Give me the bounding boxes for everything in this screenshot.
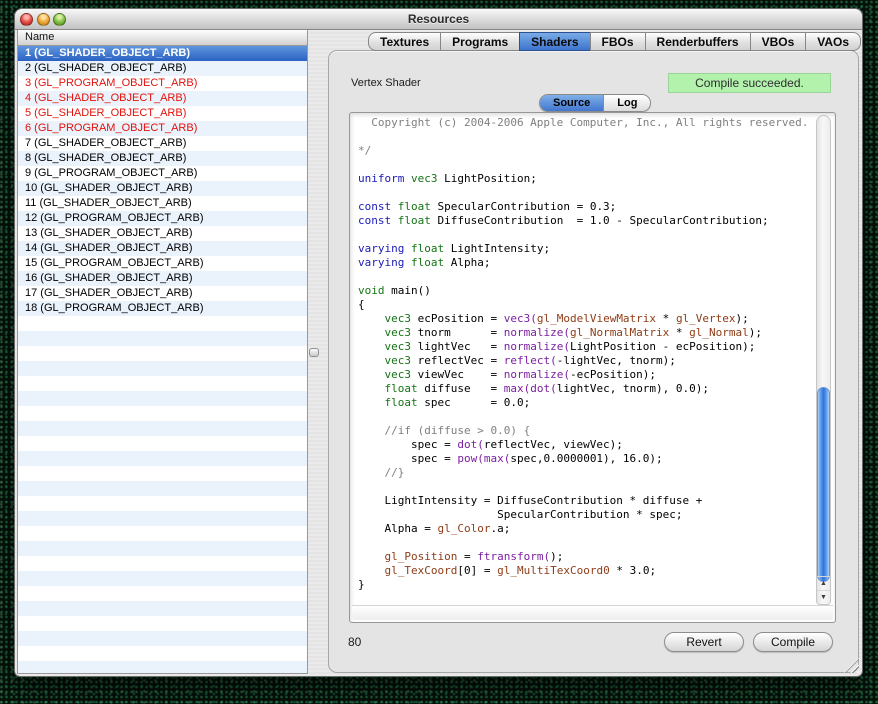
code-line: SpecularContribution * spec; [358,508,813,522]
list-item[interactable]: 12 (GL_PROGRAM_OBJECT_ARB) [18,211,307,226]
tab-fbos[interactable]: FBOs [590,32,646,51]
compile-button[interactable]: Compile [753,632,833,652]
code-line: Copyright (c) 2004-2006 Apple Computer, … [358,116,813,130]
scroll-down-arrow-icon[interactable]: ▼ [817,590,830,604]
code-line [358,480,813,494]
code-line: float diffuse = max(dot(lightVec, tnorm)… [358,382,813,396]
code-line [358,130,813,144]
list-header-name[interactable]: Name [18,30,307,46]
code-line: LightIntensity = DiffuseContribution * d… [358,494,813,508]
minimize-button[interactable] [37,13,50,26]
compile-status-badge: Compile succeeded. [668,73,831,93]
code-line: vec3 ecPosition = vec3(gl_ModelViewMatri… [358,312,813,326]
list-empty-stripes [18,316,307,673]
code-line [358,536,813,550]
shader-source-editor[interactable]: Copyright (c) 2004-2006 Apple Computer, … [349,112,836,623]
code-line: vec3 tnorm = normalize(gl_NormalMatrix *… [358,326,813,340]
horizontal-scrollbar[interactable] [352,605,833,620]
resources-window: Resources Name 1 (GL_SHADER_OBJECT_ARB)2… [14,8,863,677]
code-line [358,410,813,424]
list-item[interactable]: 18 (GL_PROGRAM_OBJECT_ARB) [18,301,307,316]
code-line: spec = dot(reflectVec, viewVec); [358,438,813,452]
list-item[interactable]: 5 (GL_SHADER_OBJECT_ARB) [18,106,307,121]
list-item[interactable]: 17 (GL_SHADER_OBJECT_ARB) [18,286,307,301]
code-line [358,228,813,242]
code-line: //} [358,466,813,480]
list-item[interactable]: 4 (GL_SHADER_OBJECT_ARB) [18,91,307,106]
list-item[interactable]: 6 (GL_PROGRAM_OBJECT_ARB) [18,121,307,136]
view-tab-source[interactable]: Source [540,95,603,111]
tab-renderbuffers[interactable]: Renderbuffers [645,32,751,51]
list-item[interactable]: 15 (GL_PROGRAM_OBJECT_ARB) [18,256,307,271]
shaders-panel: Vertex Shader Compile succeeded. SourceL… [328,50,859,673]
list-item[interactable]: 7 (GL_SHADER_OBJECT_ARB) [18,136,307,151]
close-button[interactable] [20,13,33,26]
resource-tab-bar: TexturesProgramsShadersFBOsRenderbuffers… [368,32,861,51]
window-title: Resources [408,12,469,26]
tab-textures[interactable]: Textures [368,32,441,51]
window-titlebar[interactable]: Resources [15,9,862,30]
tab-vbos[interactable]: VBOs [750,32,807,51]
list-item[interactable]: 16 (GL_SHADER_OBJECT_ARB) [18,271,307,286]
source-log-segmented-control: SourceLog [539,94,651,112]
code-line: gl_TexCoord[0] = gl_MultiTexCoord0 * 3.0… [358,564,813,578]
list-item[interactable]: 9 (GL_PROGRAM_OBJECT_ARB) [18,166,307,181]
list-item[interactable]: 3 (GL_PROGRAM_OBJECT_ARB) [18,76,307,91]
splitter-handle[interactable] [309,348,319,357]
code-line: const float SpecularContribution = 0.3; [358,200,813,214]
vertical-scrollbar[interactable]: ▲ ▼ [816,115,831,605]
code-line [358,270,813,284]
revert-button[interactable]: Revert [664,632,744,652]
shader-type-label: Vertex Shader [351,77,421,89]
resource-list-pane: Name 1 (GL_SHADER_OBJECT_ARB)2 (GL_SHADE… [17,30,308,674]
code-line: varying float LightIntensity; [358,242,813,256]
scroll-up-arrow-icon[interactable]: ▲ [817,576,830,590]
code-line [358,186,813,200]
desktop-background: Resources Name 1 (GL_SHADER_OBJECT_ARB)2… [0,0,878,704]
list-item[interactable]: 11 (GL_SHADER_OBJECT_ARB) [18,196,307,211]
tab-programs[interactable]: Programs [440,32,520,51]
code-line: varying float Alpha; [358,256,813,270]
list-item[interactable]: 2 (GL_SHADER_OBJECT_ARB) [18,61,307,76]
code-line: Alpha = gl_Color.a; [358,522,813,536]
code-line: gl_Position = ftransform(); [358,550,813,564]
code-line: vec3 lightVec = normalize(LightPosition … [358,340,813,354]
list-item[interactable]: 8 (GL_SHADER_OBJECT_ARB) [18,151,307,166]
resource-list: 1 (GL_SHADER_OBJECT_ARB)2 (GL_SHADER_OBJ… [18,46,307,316]
code-line: uniform vec3 LightPosition; [358,172,813,186]
code-line: void main() [358,284,813,298]
code-line [358,158,813,172]
code-line: */ [358,144,813,158]
code-line: const float DiffuseContribution = 1.0 - … [358,214,813,228]
code-line: spec = pow(max(spec,0.0000001), 16.0); [358,452,813,466]
list-item[interactable]: 10 (GL_SHADER_OBJECT_ARB) [18,181,307,196]
code-line: float spec = 0.0; [358,396,813,410]
list-item[interactable]: 14 (GL_SHADER_OBJECT_ARB) [18,241,307,256]
code-line: { [358,298,813,312]
list-item[interactable]: 13 (GL_SHADER_OBJECT_ARB) [18,226,307,241]
code-line: vec3 viewVec = normalize(-ecPosition); [358,368,813,382]
shader-source-code[interactable]: Copyright (c) 2004-2006 Apple Computer, … [358,116,813,604]
status-count: 80 [348,635,361,649]
view-tab-log[interactable]: Log [603,95,650,111]
vertical-scrollbar-thumb[interactable] [817,387,830,582]
zoom-button[interactable] [53,13,66,26]
tab-shaders[interactable]: Shaders [519,32,590,51]
code-line: //if (diffuse > 0.0) { [358,424,813,438]
list-item[interactable]: 1 (GL_SHADER_OBJECT_ARB) [18,46,307,61]
code-line: } [358,578,813,592]
tab-vaos[interactable]: VAOs [805,32,861,51]
code-line: vec3 reflectVec = reflect(-lightVec, tno… [358,354,813,368]
